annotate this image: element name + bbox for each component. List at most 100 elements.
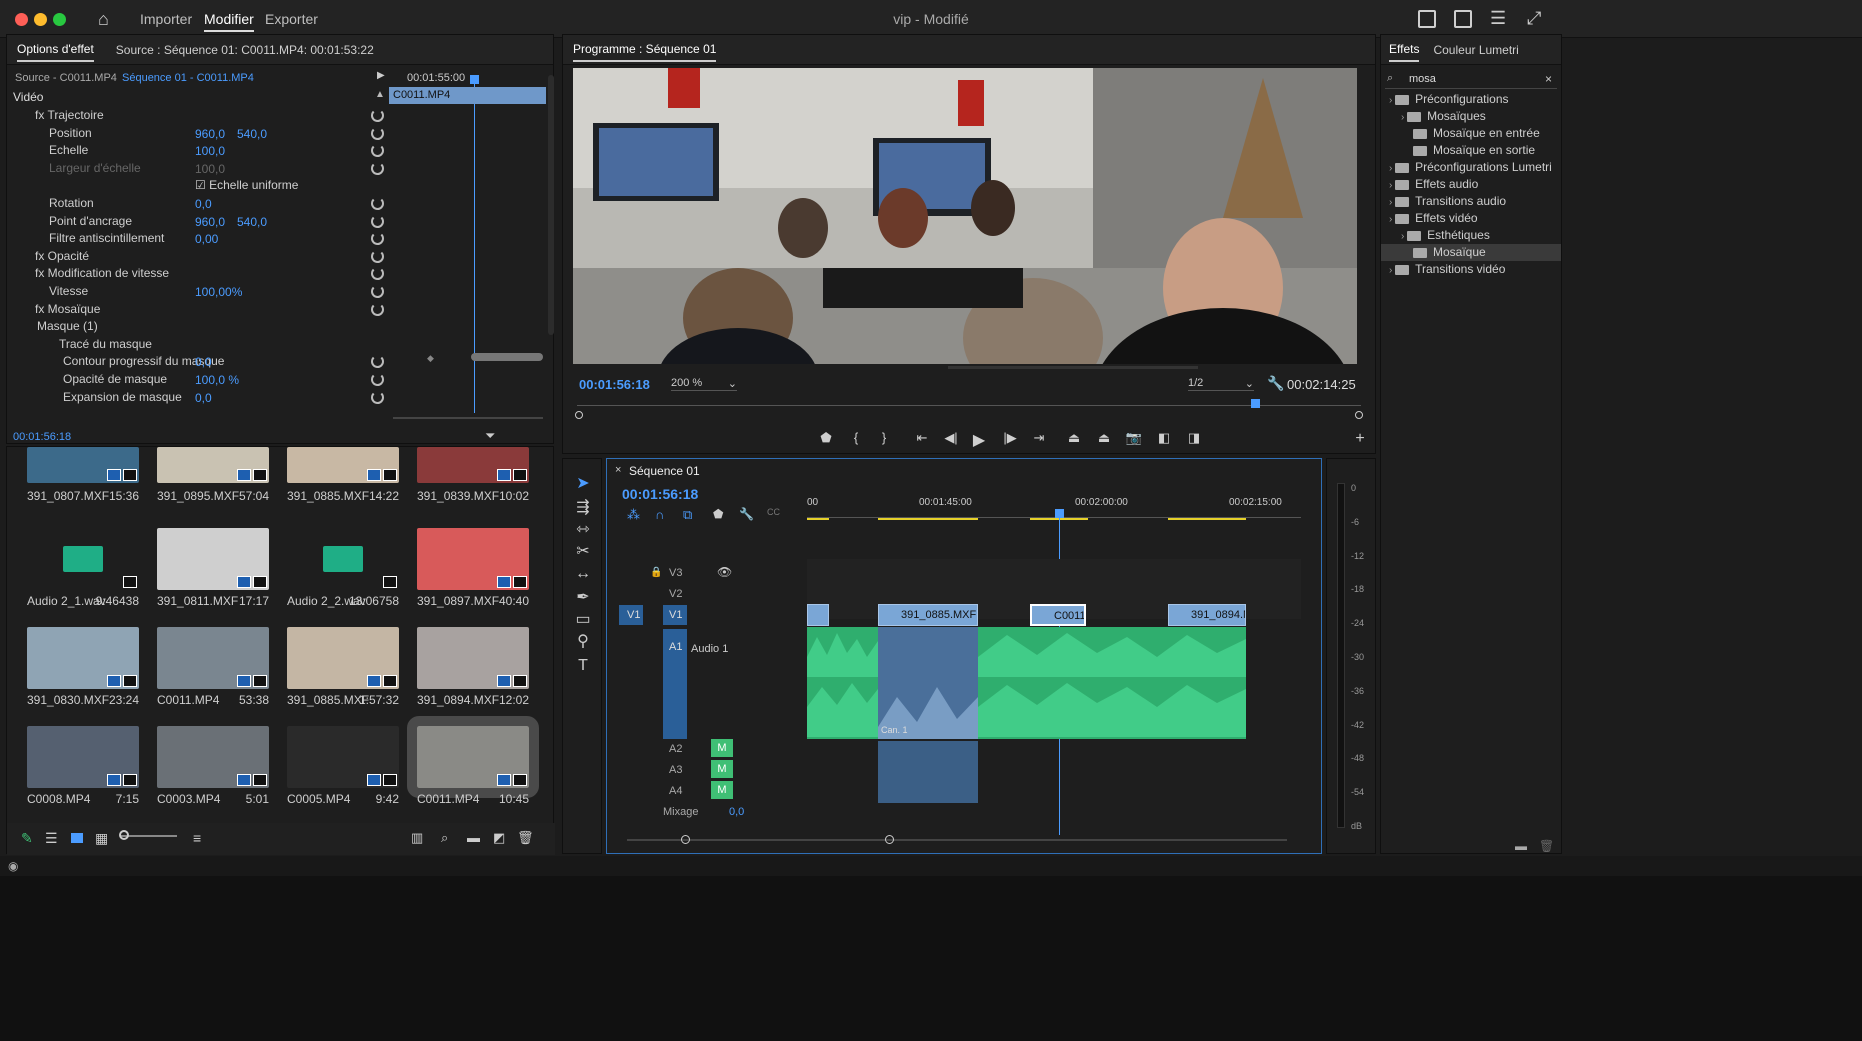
reset-icon[interactable] <box>371 126 384 140</box>
clear-search-icon[interactable]: × <box>1545 72 1552 86</box>
workspace-icon[interactable] <box>1418 10 1436 28</box>
clip-thumbnail[interactable] <box>157 447 269 483</box>
fullscreen-icon[interactable]: ⤢ <box>1527 8 1541 29</box>
clip-bar[interactable]: C0011.MP4 <box>389 87 546 104</box>
zoom-window-button[interactable] <box>53 13 66 26</box>
effects-tree-item[interactable]: › Effets audio <box>1381 176 1561 193</box>
effect-value[interactable]: 0,0 <box>195 197 212 211</box>
effects-tree-item[interactable]: › Effets vidéo <box>1381 210 1561 227</box>
audio-clips-a2-a4[interactable] <box>878 741 978 803</box>
effect-value[interactable]: 960,0 <box>195 215 225 229</box>
track-select-icon[interactable]: ⇶ <box>572 497 594 519</box>
tab-lumetri[interactable]: Couleur Lumetri <box>1433 43 1518 57</box>
timeline-wrench-icon[interactable]: 🔧 <box>739 507 754 521</box>
pen-icon[interactable]: ✒ <box>572 587 594 609</box>
clip-thumbnail[interactable] <box>27 447 139 483</box>
scroll-left-handle[interactable] <box>575 411 583 419</box>
effects-tree-item[interactable]: › Esthétiques <box>1381 227 1561 244</box>
reset-icon[interactable] <box>371 355 384 369</box>
reset-icon[interactable] <box>371 232 384 246</box>
effect-value[interactable]: 100,00% <box>195 285 242 299</box>
add-marker-icon[interactable]: ⬟ <box>713 507 723 521</box>
effects-tree-item[interactable]: › Mosaïques <box>1381 108 1561 125</box>
program-playhead[interactable] <box>1251 399 1260 408</box>
effect-value[interactable]: 0,0 <box>195 355 212 369</box>
clip-thumbnail[interactable] <box>407 716 539 798</box>
clip-thumbnail[interactable] <box>287 627 399 689</box>
track-v2[interactable]: V2 <box>669 588 682 600</box>
magnet-icon[interactable]: ∩ <box>655 507 664 522</box>
collapse-icon[interactable]: ▲ <box>375 89 385 100</box>
tab-modifier[interactable]: Modifier <box>204 11 254 32</box>
effects-tree-item[interactable]: Mosaïque en sortie <box>1381 142 1561 159</box>
effects-tree-item[interactable]: › Transitions vidéo <box>1381 261 1561 278</box>
selection-tool-icon[interactable]: ➤ <box>572 473 594 495</box>
effect-row-16[interactable]: Expansion de masque <box>63 387 182 408</box>
pencil-icon[interactable]: ✎ <box>21 830 33 847</box>
vr-icon[interactable]: ◨ <box>1183 430 1205 446</box>
rectangle-icon[interactable]: ▭ <box>572 609 594 631</box>
effect-value[interactable]: 960,0 <box>195 127 225 141</box>
clip-thumbnail[interactable] <box>417 528 529 590</box>
effect-value[interactable]: 100,0 <box>195 144 225 158</box>
comparison-icon[interactable]: ◧ <box>1153 430 1175 446</box>
ripple-edit-icon[interactable]: ⇿ <box>572 519 594 541</box>
slip-icon[interactable]: ↔ <box>572 563 594 585</box>
go-to-out-icon[interactable]: ⇥ <box>1028 430 1050 446</box>
share-icon[interactable] <box>1454 10 1472 28</box>
mix-value[interactable]: 0,0 <box>729 806 744 818</box>
source-label[interactable]: Source : Séquence 01: C0011.MP4: 00:01:5… <box>116 43 374 57</box>
step-back-icon[interactable]: ◀| <box>940 430 962 446</box>
razor-icon[interactable]: ✂ <box>572 541 594 563</box>
lift-icon[interactable]: ⏏ <box>1063 430 1085 446</box>
track-v3[interactable]: V3 <box>669 567 682 579</box>
linked-selection-icon[interactable]: ⧉ <box>683 507 692 523</box>
new-item-icon[interactable]: ◩ <box>493 830 505 846</box>
tab-effect-options[interactable]: Options d'effet <box>17 38 94 62</box>
snap-icon[interactable]: ⁂ <box>627 507 640 523</box>
video-clip-3[interactable]: 391_0894.MX <box>1168 604 1246 626</box>
scroll-right-handle[interactable] <box>1355 411 1363 419</box>
resolution-dropdown[interactable]: 1/2 ⌄ <box>1188 377 1254 391</box>
track-a3[interactable]: A3 <box>669 764 682 776</box>
effects-tree-item[interactable]: › Transitions audio <box>1381 193 1561 210</box>
type-icon[interactable]: T <box>572 655 594 677</box>
program-ruler[interactable] <box>577 405 1361 406</box>
reset-icon[interactable] <box>371 373 384 386</box>
zoom-dropdown[interactable]: 200 % ⌄ <box>671 377 737 391</box>
effects-tree-item[interactable]: Mosaïque <box>1381 244 1561 261</box>
add-button-icon[interactable]: + <box>1349 430 1371 448</box>
extract-icon[interactable]: ⏏ <box>1093 430 1115 446</box>
clip-thumbnail[interactable] <box>417 447 529 483</box>
tab-exporter[interactable]: Exporter <box>265 11 318 27</box>
captions-icon[interactable]: CC <box>767 507 780 517</box>
video-clip-1[interactable]: 391_0885.MXF [V] <box>878 604 978 626</box>
clip-thumbnail[interactable] <box>287 447 399 483</box>
effect-row-3[interactable]: Largeur d'échelle <box>49 158 141 179</box>
reset-icon[interactable] <box>371 249 384 263</box>
list-view-icon[interactable]: ☰ <box>45 830 58 847</box>
reset-icon[interactable] <box>371 144 384 158</box>
video-clip-0[interactable] <box>807 604 829 626</box>
video-clip-2[interactable]: C0011. <box>1030 604 1086 626</box>
sort-icon[interactable]: ≡ <box>193 830 201 846</box>
tab-effects[interactable]: Effets <box>1389 38 1420 62</box>
clip-thumbnail[interactable] <box>157 726 269 788</box>
clip-thumbnail[interactable] <box>27 528 139 590</box>
effect-value-2[interactable]: 540,0 <box>237 215 267 229</box>
clip-thumbnail[interactable] <box>27 726 139 788</box>
status-icon[interactable]: ◉ <box>8 859 18 873</box>
new-bin-icon[interactable]: ▬ <box>467 830 480 845</box>
mark-in-icon[interactable]: { <box>845 430 867 445</box>
reset-icon[interactable] <box>371 390 384 404</box>
clip-thumbnail[interactable] <box>417 627 529 689</box>
lock-icon[interactable]: 🔒 <box>650 567 662 578</box>
program-title[interactable]: Programme : Séquence 01 <box>573 38 717 62</box>
effect-row-4[interactable]: ☑ Echelle uniforme <box>195 175 298 196</box>
audio-a1-waveforms[interactable] <box>807 627 1301 739</box>
mute-a2-button[interactable]: M <box>711 739 733 757</box>
zoom-bar[interactable] <box>393 417 543 419</box>
tab-importer[interactable]: Importer <box>140 11 192 27</box>
freeform-view-icon[interactable]: ▦ <box>95 830 108 847</box>
filter-icon[interactable]: ⏷ <box>485 428 495 444</box>
